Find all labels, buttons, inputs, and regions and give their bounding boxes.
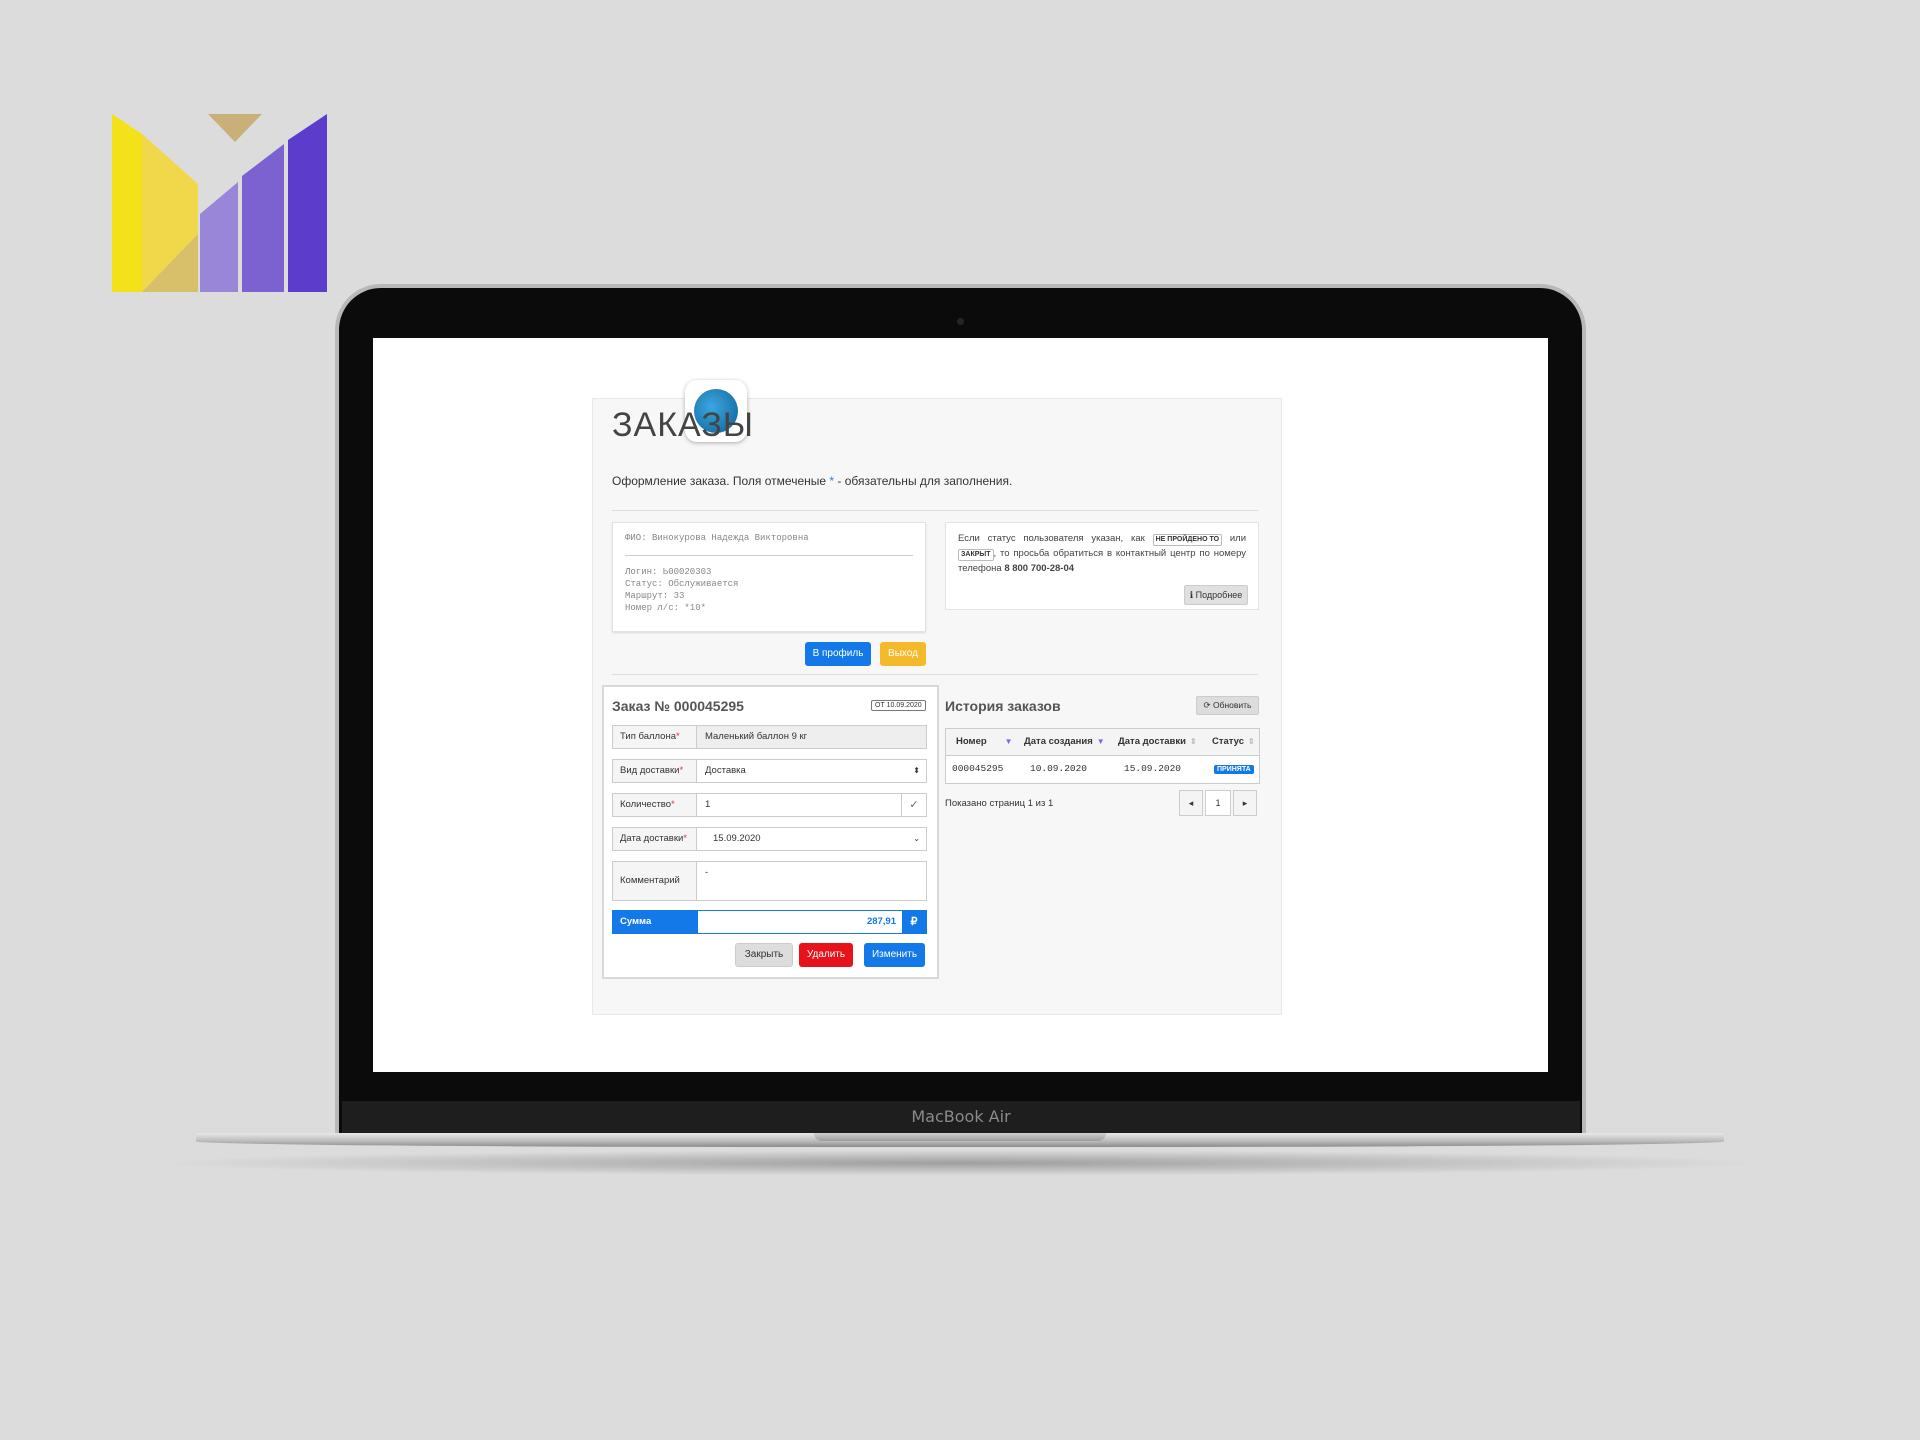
- delivery-label-text: Вид доставки: [620, 765, 680, 776]
- history-table: Номер ▼ Дата создания ▼ Дата доставки ⇕ Ста…: [945, 728, 1260, 784]
- column-label: Статус: [1212, 736, 1245, 747]
- column-label: Дата доставки: [1118, 736, 1186, 747]
- info-text-part: Если статус пользователя указан, как: [958, 533, 1153, 544]
- column-header-number[interactable]: Номер ▼: [956, 729, 1013, 755]
- sum-label: Сумма: [613, 911, 698, 933]
- check-icon: ✓: [901, 794, 926, 816]
- cylinder-label-text: Тип баллона: [620, 731, 676, 742]
- required-star: *: [671, 799, 675, 810]
- quantity-field[interactable]: Количество* 1 ✓: [612, 793, 927, 817]
- cell-number[interactable]: 000045295: [952, 757, 1003, 781]
- comment-label: Комментарий: [613, 862, 697, 900]
- sort-desc-icon: ▼: [1004, 737, 1013, 746]
- info-icon: ℹ: [1189, 590, 1194, 600]
- column-label: Дата создания: [1024, 736, 1093, 747]
- column-header-delivery[interactable]: Дата доставки ⇕: [1118, 729, 1197, 755]
- profile-button[interactable]: В профиль: [805, 642, 871, 666]
- info-text: Если статус пользователя указан, как НЕ …: [958, 531, 1246, 576]
- subtitle-text: Оформление заказа. Поля отмеченые: [612, 474, 830, 488]
- order-date-badge: ОТ 10.09.2020: [871, 700, 926, 711]
- status-badge: ПРИНЯТА: [1214, 765, 1254, 774]
- page-title: ЗАКАЗЫ: [612, 406, 754, 444]
- delivery-label: Вид доставки*: [613, 760, 697, 782]
- comment-field[interactable]: Комментарий -: [612, 861, 927, 901]
- user-route: Маршрут: 33: [625, 591, 685, 601]
- required-star: *: [676, 731, 680, 742]
- user-fio: ФИО: Винокурова Надежда Викторовна: [625, 533, 809, 543]
- delivery-date-field[interactable]: Дата доставки* 15.09.2020 ⌄: [612, 827, 927, 851]
- status-tag: НЕ ПРОЙДЕНО ТО: [1152, 534, 1223, 546]
- prev-page-button[interactable]: ◂: [1179, 790, 1203, 816]
- column-label: Номер: [956, 736, 987, 747]
- info-text-part: , то просьба обратиться в контактный цен…: [958, 548, 1246, 574]
- info-text-part: или: [1222, 533, 1247, 544]
- order-form: Заказ № 000045295 ОТ 10.09.2020 Тип балл…: [602, 685, 939, 979]
- laptop-model-label: MacBook Air: [342, 1101, 1580, 1133]
- info-card: Если статус пользователя указан, как НЕ …: [945, 522, 1259, 610]
- column-header-created[interactable]: Дата создания ▼: [1024, 729, 1105, 755]
- pages-info: Показано страниц 1 из 1: [945, 798, 1054, 809]
- cylinder-field: Тип баллона* Маленький баллон 9 кг: [612, 725, 927, 749]
- quantity-label: Количество*: [613, 794, 697, 816]
- more-button[interactable]: ℹ Подробнее: [1184, 585, 1248, 605]
- user-card: ФИО: Винокурова Надежда Викторовна Логин…: [612, 522, 926, 632]
- sum-value: 287,91: [866, 916, 896, 927]
- sum-field: Сумма 287,91 ₽: [612, 910, 927, 934]
- close-button[interactable]: Закрыть: [735, 943, 793, 967]
- screen: ЗАКАЗЫ Оформление заказа. Поля отмеченые…: [373, 338, 1548, 1072]
- laptop-shadow: [150, 1150, 1770, 1176]
- caret-left-icon: ◂: [1188, 798, 1194, 808]
- page-subtitle: Оформление заказа. Поля отмеченые * - об…: [612, 474, 1012, 488]
- select-arrows-icon: ⬍: [913, 766, 920, 775]
- edit-button[interactable]: Изменить: [864, 943, 925, 967]
- status-tag: ЗАКРЫТ: [958, 549, 994, 561]
- refresh-button[interactable]: ⟳ Обновить: [1196, 696, 1259, 715]
- divider: [612, 674, 1258, 675]
- cylinder-label: Тип баллона*: [613, 726, 697, 748]
- laptop-notch: [814, 1133, 1106, 1141]
- user-login: Логин: Ь00020303: [625, 567, 712, 577]
- page-number-button[interactable]: 1: [1205, 790, 1231, 816]
- caret-right-icon: ▸: [1242, 798, 1248, 808]
- refresh-button-label: Обновить: [1213, 700, 1252, 710]
- delivery-date-label: Дата доставки*: [613, 828, 697, 850]
- chevron-down-icon: ⌄: [913, 834, 920, 843]
- cylinder-value: Маленький баллон 9 кг: [705, 731, 808, 742]
- column-header-status[interactable]: Статус ⇕: [1212, 729, 1255, 755]
- next-page-button[interactable]: ▸: [1233, 790, 1257, 816]
- subtitle-text-end: - обязательны для заполнения.: [834, 474, 1013, 488]
- divider: [612, 510, 1258, 511]
- history-title: История заказов: [945, 698, 1061, 714]
- user-status: Статус: Обслуживается: [625, 579, 739, 589]
- refresh-icon: ⟳: [1203, 700, 1211, 710]
- quantity-value: 1: [705, 799, 711, 810]
- sort-icon: ⇕: [1248, 737, 1255, 746]
- cell-created: 10.09.2020: [1030, 763, 1088, 774]
- phone-number: 8 800 700-28-04: [1004, 563, 1075, 574]
- delivery-value: Доставка: [705, 765, 746, 776]
- divider: [625, 555, 913, 556]
- quantity-label-text: Количество: [620, 799, 672, 810]
- cell-delivery: 15.09.2020: [1124, 763, 1182, 774]
- more-button-label: Подробнее: [1195, 590, 1243, 600]
- exit-button[interactable]: Выход: [880, 642, 926, 666]
- comment-value: -: [705, 867, 709, 878]
- sort-icon: ⇕: [1190, 737, 1197, 746]
- delete-button[interactable]: Удалить: [799, 943, 853, 967]
- required-star: *: [679, 765, 684, 776]
- ruble-icon: ₽: [902, 911, 926, 933]
- required-star: *: [683, 833, 687, 844]
- user-account: Номер л/с: *10*: [625, 603, 707, 613]
- sort-desc-icon: ▼: [1096, 737, 1105, 746]
- delivery-select[interactable]: Вид доставки* Доставка ⬍: [612, 759, 927, 783]
- order-title: Заказ № 000045295: [612, 698, 744, 714]
- brand-logo: [112, 114, 327, 292]
- delivery-date-label-text: Дата доставки: [620, 833, 684, 844]
- delivery-date-value: 15.09.2020: [713, 833, 761, 844]
- camera-icon: [957, 318, 964, 325]
